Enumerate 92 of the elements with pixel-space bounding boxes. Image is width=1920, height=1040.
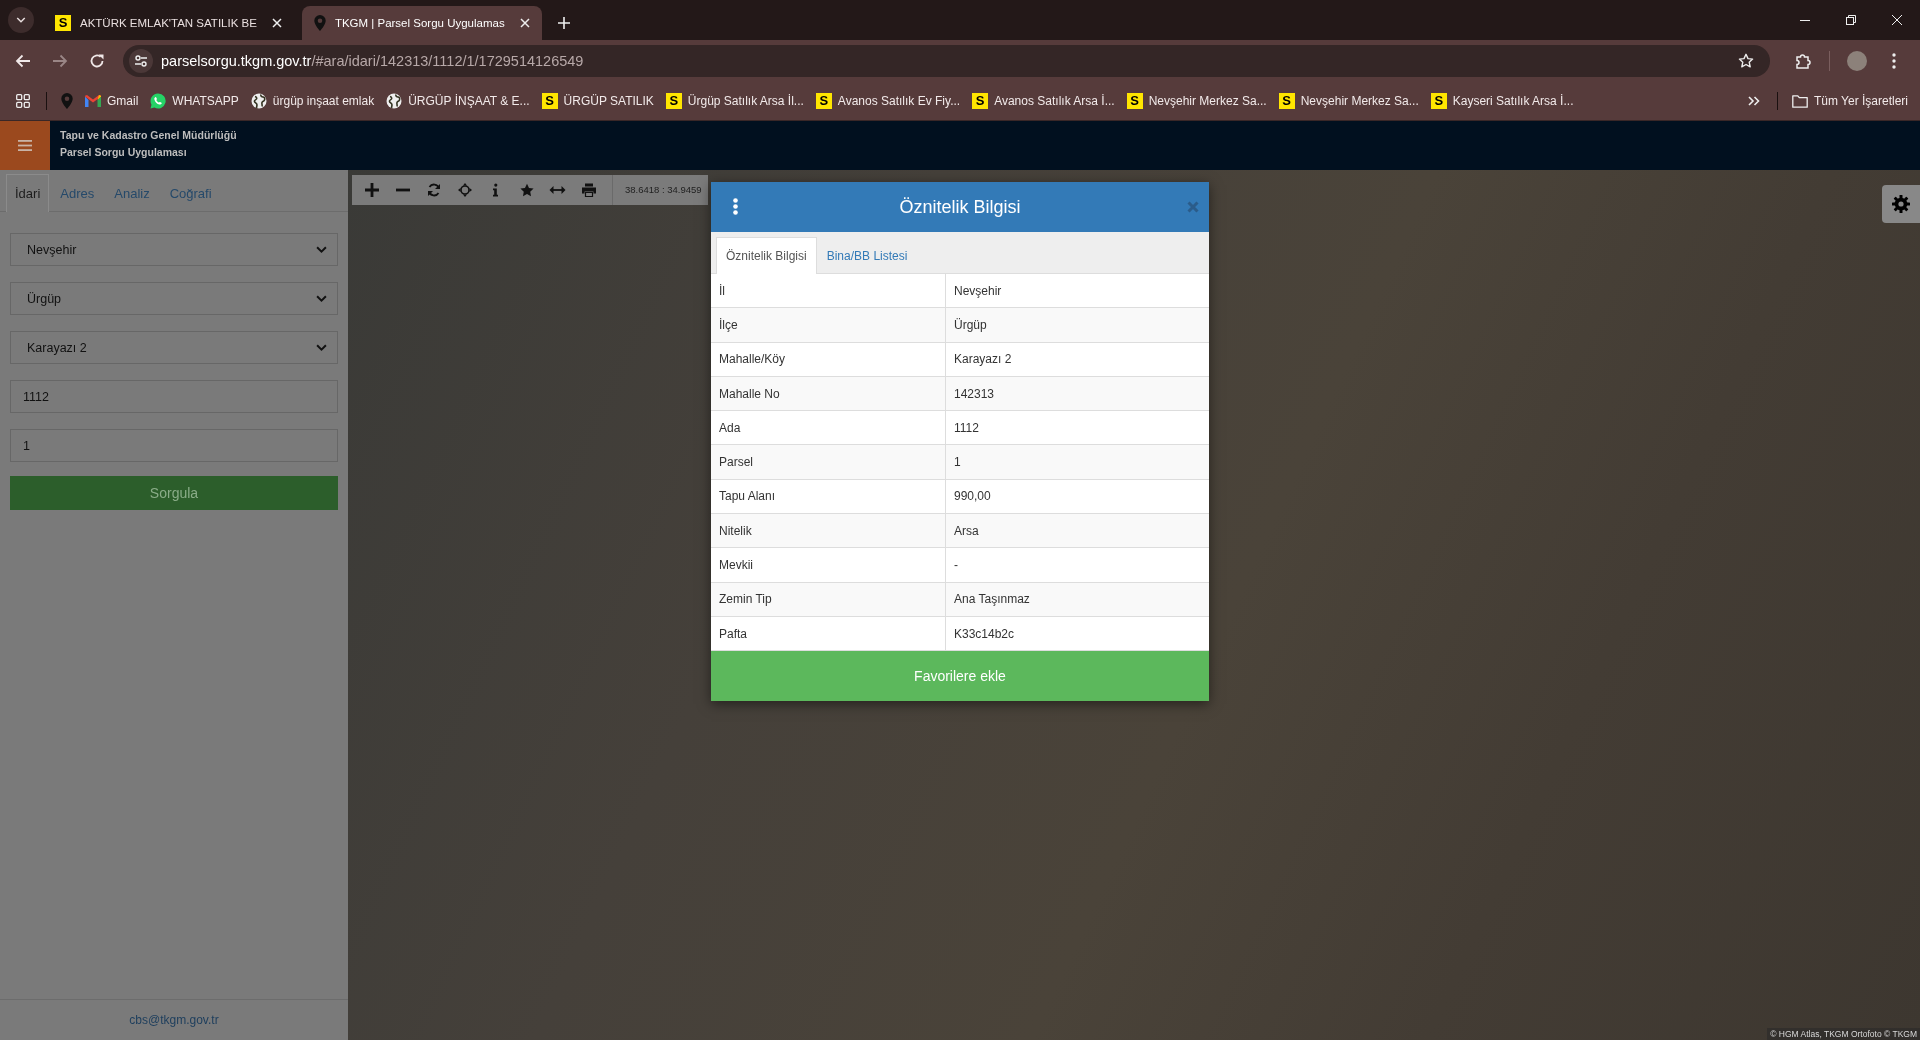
dialog-tab[interactable]: Öznitelik Bilgisi [716, 237, 817, 274]
address-bar[interactable]: parselsorgu.tkgm.gov.tr/#ara/idari/142313/1112/1/1729514126549 [123, 45, 1770, 77]
folder-icon [1791, 94, 1808, 108]
kebab-menu-icon [1892, 53, 1896, 69]
map-pin-icon [313, 15, 326, 31]
bookmark[interactable]: ürgüp inşaat emlak [244, 87, 381, 115]
sidebar-tab[interactable]: İdari [6, 174, 50, 212]
attribute-value-cell: Arsa [946, 514, 1209, 548]
bookmark[interactable]: S Avanos Satılık Arsa İ... [966, 87, 1121, 115]
tab-list-button[interactable] [8, 7, 34, 33]
attribute-name-cell: Parsel [711, 445, 946, 479]
bookmark[interactable]: S Avanos Satılık Ev Fiy... [809, 87, 967, 115]
puzzle-icon [1795, 53, 1811, 69]
mail-icon [85, 95, 101, 107]
favicon-logo: S [972, 93, 989, 109]
arrow-left-icon [15, 53, 31, 69]
dropdown[interactable]: Nevşehir [10, 233, 338, 266]
map-pin-icon [61, 93, 73, 109]
attribute-name-cell: İlçe [711, 308, 946, 342]
browser-tab[interactable]: TKGM | Parsel Sorgu Uygulamas [301, 6, 542, 40]
star-icon [519, 183, 534, 197]
close-icon [1892, 15, 1902, 25]
globe-icon [250, 93, 267, 109]
bookmark[interactable]: S Ürgüp Satılık Arsa İl... [659, 87, 810, 115]
minimize-icon [1800, 19, 1810, 21]
avatar-icon [1847, 51, 1867, 71]
input-field[interactable]: 1112 [10, 380, 338, 413]
dialog-tab[interactable]: Bina/BB Listesi [816, 237, 918, 273]
favicon-logo: S [665, 93, 682, 109]
attribute-name-cell: Mevkii [711, 548, 946, 582]
favicon-logo: S [55, 15, 71, 31]
attribute-name-cell: Pafta [711, 616, 946, 651]
arrow-right-icon [52, 53, 68, 69]
app-subtitle: Parsel Sorgu Uygulaması [60, 145, 188, 160]
globe-icon [386, 93, 403, 109]
bookmark[interactable]: ÜRGÜP İNŞAAT & E... [380, 87, 536, 115]
chevron-down-icon [316, 245, 327, 254]
printer-icon [581, 183, 596, 197]
bookmark[interactable]: S Nevşehir Merkez Sa... [1272, 87, 1425, 115]
favicon-logo: S [1278, 93, 1295, 109]
attribute-value-cell: 142313 [946, 376, 1209, 411]
bookmark[interactable]: WHATSAPP [144, 87, 245, 115]
bookmark[interactable]: S Kayseri Satılık Arsa İ... [1424, 87, 1580, 115]
plus-icon [557, 17, 570, 29]
plus-icon [364, 183, 379, 197]
double-chevron-icon [1747, 95, 1760, 107]
attribute-name-cell: Tapu Alanı [711, 479, 946, 514]
favicon-logo: S [1126, 93, 1143, 109]
attribute-name-cell: Mahalle/Köy [711, 342, 946, 376]
url-text: parselsorgu.tkgm.gov.tr/#ara/idari/142313/1112/1/1729514126549 [161, 53, 584, 69]
caret-icon [16, 15, 26, 25]
site-settings-icon[interactable] [129, 49, 153, 73]
all-bookmarks-button[interactable]: Tüm Yer İşaretleri [1785, 87, 1914, 115]
attribute-value-cell: 1 [946, 445, 1209, 479]
attribute-name-cell: Ada [711, 411, 946, 445]
menu-icon [18, 140, 32, 151]
dialog-title: Öznitelik Bilgisi [899, 196, 1021, 218]
coordinates-text: 38.6418 : 34.9459 [612, 175, 702, 205]
attribute-value-cell: Ana Taşınmaz [946, 582, 1209, 616]
attribute-value-cell: Ürgüp [946, 308, 1209, 342]
chat-bubble-icon [150, 93, 167, 109]
settings-icon [1892, 195, 1910, 213]
menu-button[interactable] [0, 121, 50, 170]
chevron-down-icon [316, 343, 327, 352]
chevron-down-icon [316, 294, 327, 303]
favicon-logo: S [541, 93, 558, 109]
dropdown[interactable]: Karayazı 2 [10, 331, 338, 364]
minus-icon [395, 188, 410, 192]
reload-icon [89, 53, 105, 69]
refresh-icon [426, 183, 441, 197]
kebab-menu-icon[interactable] [733, 198, 738, 215]
favicon-logo: S [815, 93, 832, 109]
bookmark[interactable]: S ÜRGÜP SATILIK [535, 87, 660, 115]
attribute-name-cell: Zemin Tip [711, 582, 946, 616]
restore-icon [1846, 15, 1856, 25]
grid-icon [16, 94, 30, 108]
dropdown[interactable]: Ürgüp [10, 282, 338, 315]
settings-button[interactable] [1882, 185, 1920, 223]
input-field[interactable]: 1 [10, 429, 338, 462]
attribute-name-cell: Mahalle No [711, 376, 946, 411]
map-attribution: © HGM Atlas, TKGM Ortofoto © TKGM [1767, 1028, 1920, 1040]
favicon-logo: S [1430, 93, 1447, 109]
star-icon[interactable] [1738, 53, 1754, 69]
attribute-name-cell: İl [711, 274, 946, 308]
attribute-name-cell: Nitelik [711, 514, 946, 548]
browser-tab[interactable]: S AKTÜRK EMLAK'TAN SATILIK BE [43, 6, 294, 40]
double-arrow-icon [549, 186, 566, 194]
bookmark[interactable]: Gmail [79, 87, 145, 115]
crosshair-icon [457, 183, 472, 197]
bookmark[interactable]: S Nevşehir Merkez Sa... [1120, 87, 1273, 115]
info-icon [493, 183, 498, 197]
app-title: Tapu ve Kadastro Genel Müdürlüğü [60, 128, 237, 143]
